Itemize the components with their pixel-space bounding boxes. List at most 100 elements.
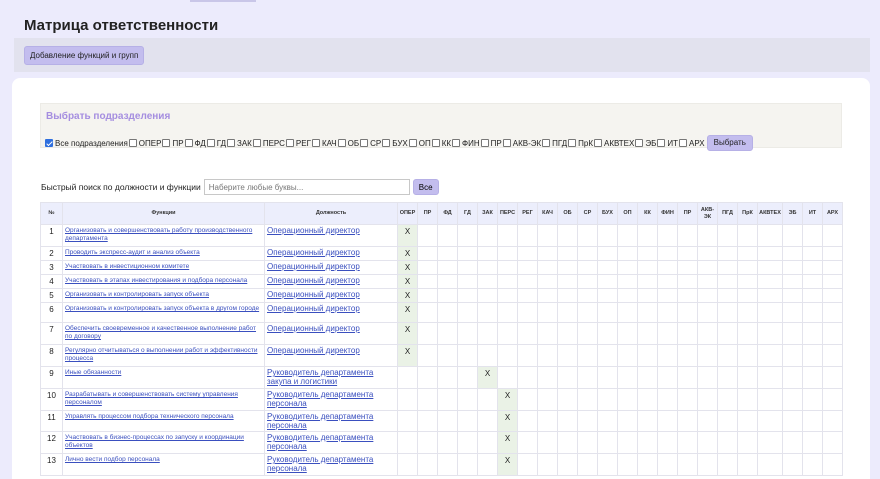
department-cell [437,302,458,323]
search-input[interactable] [203,179,410,195]
checkbox-unchecked-icon[interactable] [542,139,551,147]
checkbox-unchecked-icon[interactable] [360,139,369,147]
position-link[interactable]: Операционный директор [267,276,360,285]
checkbox-department[interactable]: СР [360,139,381,148]
checkbox-unchecked-icon[interactable] [184,139,193,147]
function-link[interactable]: Иные обязанности [65,369,121,376]
department-cell [802,302,823,323]
position-link[interactable]: Операционный директор [267,226,360,235]
checkbox-department[interactable]: ГД [206,139,226,148]
department-cell [697,344,718,367]
department-cell [717,246,738,261]
department-cell [697,453,718,476]
checkbox-department[interactable]: АРХ [678,138,705,148]
department-cell [537,288,558,303]
checkbox-unchecked-icon[interactable] [408,139,417,147]
checkbox-unchecked-icon[interactable] [285,139,294,147]
position-link[interactable]: Руководитель департамента персонала [267,412,373,430]
function-link[interactable]: Лично вести подбор персонала [65,456,160,463]
checkbox-department[interactable]: ПР [162,139,184,148]
checkbox-department[interactable]: ПГД [542,139,567,148]
checkbox-department[interactable]: АКВТЕХ [593,139,634,148]
checkbox-department[interactable]: ОБ [337,139,359,148]
checkbox-unchecked-icon[interactable] [382,139,391,147]
position-link[interactable]: Руководитель департамента персонала [267,433,373,451]
function-link[interactable]: Разрабатывать и совершенствовать систему… [65,391,238,406]
function-link[interactable]: Организовать и контролировать запуск объ… [65,291,209,298]
checkbox-department[interactable]: БУХ [382,139,408,148]
select-departments-button[interactable]: Выбрать [706,135,753,151]
position-link[interactable]: Операционный директор [267,324,360,333]
department-cell [577,246,598,261]
checkbox-unchecked-icon[interactable] [128,139,137,147]
add-functions-groups-button[interactable]: Добавление функций и групп [24,46,145,65]
row-number: 8 [40,344,63,367]
department-cell [457,302,478,323]
show-all-button[interactable]: Все [412,179,439,195]
checkbox-department[interactable]: ПрК [568,139,593,148]
position-link[interactable]: Операционный директор [267,304,360,313]
position-link[interactable]: Руководитель департамента закупа и логис… [267,368,373,386]
checkbox-unchecked-icon[interactable] [678,139,687,147]
department-cell [637,288,658,303]
position-link[interactable]: Руководитель департамента персонала [267,455,373,473]
checkbox-department[interactable]: РЕГ [285,139,311,148]
checkbox-unchecked-icon[interactable] [337,139,346,147]
function-link[interactable]: Участвовать в инвестиционном комитете [65,263,189,270]
function-link[interactable]: Регулярно отчитываться о выполнении рабо… [65,347,258,362]
function-link[interactable]: Организовать и совершенствовать работу п… [65,227,252,242]
checkbox-unchecked-icon[interactable] [568,139,577,147]
department-cell [457,322,478,345]
checkbox-department[interactable]: АКВ-ЭК [502,139,541,148]
checkbox-unchecked-icon[interactable] [162,139,171,147]
checkbox-department[interactable]: ЭБ [635,139,656,148]
function-link[interactable]: Участвовать в бизнес-процессах по запуск… [65,434,244,449]
checkbox-all-departments[interactable]: Все подразделения [45,139,128,148]
checkbox-department[interactable]: ФИН [452,139,480,148]
function-link[interactable]: Управлять процессом подбора технического… [65,413,234,420]
department-cell [537,366,558,389]
position-link[interactable]: Операционный директор [267,262,360,271]
function-link[interactable]: Проводить экспресс-аудит и анализ объект… [65,249,200,256]
checkbox-department[interactable]: ИТ [657,139,678,148]
checkbox-department[interactable]: КК [431,139,451,148]
checkbox-department[interactable]: ОПЕР [128,139,161,148]
checkbox-unchecked-icon[interactable] [657,139,666,147]
position-link[interactable]: Операционный директор [267,248,360,257]
table-row: 11 Управлять процессом подбора техническо… [40,410,843,432]
checkbox-unchecked-icon[interactable] [252,139,261,147]
column-header-department: АКВТЕХ [757,202,783,225]
checkbox-unchecked-icon[interactable] [311,139,320,147]
checkbox-unchecked-icon[interactable] [226,139,235,147]
checkbox-department[interactable]: ПР [480,139,502,148]
department-cell [397,453,418,476]
department-cell [557,224,578,247]
position-link[interactable]: Операционный директор [267,290,360,299]
checkbox-unchecked-icon[interactable] [593,139,602,147]
department-cell [737,453,758,476]
checkbox-unchecked-icon[interactable] [635,139,644,147]
department-cell [697,260,718,275]
department-cell [657,453,678,476]
checkbox-unchecked-icon[interactable] [206,139,215,147]
position-link[interactable]: Руководитель департамента персонала [267,390,373,408]
checkbox-department[interactable]: КАЧ [311,139,337,148]
function-link[interactable]: Обеспечить своевременное и качественное … [65,325,256,340]
function-link[interactable]: Организовать и контролировать запуск объ… [65,305,259,312]
checkbox-unchecked-icon[interactable] [502,139,511,147]
checkbox-department[interactable]: ПЕРС [252,139,285,148]
checkbox-unchecked-icon[interactable] [452,139,461,147]
position-link[interactable]: Операционный директор [267,346,360,355]
department-cell [677,302,698,323]
checkbox-department[interactable]: ФД [184,139,206,148]
checkbox-unchecked-icon[interactable] [480,139,489,147]
department-cell [477,388,498,411]
checkbox-label: АРХ [688,138,705,148]
department-cell [577,260,598,275]
department-cell [677,410,698,432]
checkbox-checked-icon[interactable] [45,139,53,147]
function-link[interactable]: Участвовать в этапах инвестирования и по… [65,277,247,284]
checkbox-department[interactable]: ЗАК [226,139,252,148]
checkbox-unchecked-icon[interactable] [431,139,440,147]
checkbox-department[interactable]: ОП [408,139,431,148]
